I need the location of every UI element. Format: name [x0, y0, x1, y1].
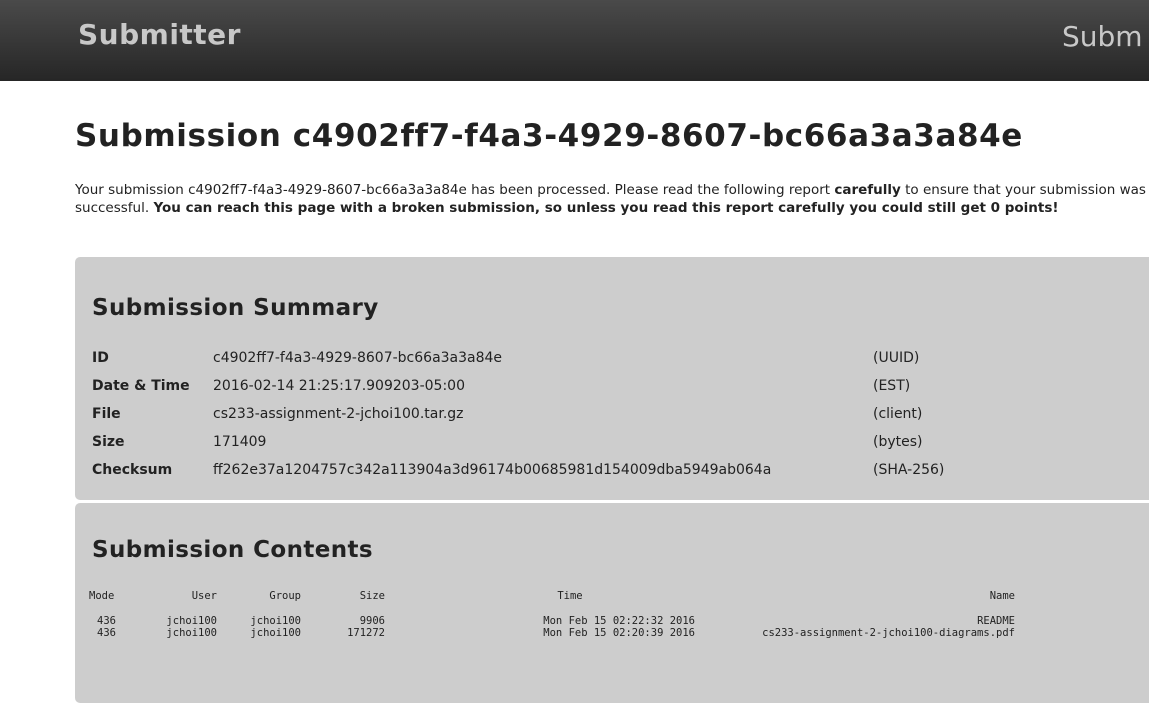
- intro-paragraph: Your submission c4902ff7-f4a3-4929-8607-…: [75, 181, 1149, 217]
- file-size: 9906: [359, 615, 385, 627]
- intro-warning: You can reach this page with a broken su…: [153, 200, 1059, 216]
- col-header-group: Group: [269, 590, 301, 602]
- summary-key: Checksum: [92, 462, 173, 478]
- table-row: 436 jchoi100 jchoi100 9906 Mon Feb 15 02…: [89, 615, 1015, 627]
- summary-note: (UUID): [873, 350, 920, 366]
- summary-row-size: Size 171409 (bytes): [92, 428, 944, 456]
- summary-table: ID c4902ff7-f4a3-4929-8607-bc66a3a3a84e …: [92, 344, 944, 484]
- top-navbar: Submitter Subm: [0, 0, 1149, 81]
- summary-value: 171409: [213, 434, 267, 450]
- contents-title: Submission Contents: [92, 537, 374, 563]
- summary-title: Submission Summary: [92, 295, 379, 321]
- submission-contents-panel: Submission Contents Mode User Group Size…: [75, 503, 1149, 703]
- submission-summary-panel: Submission Summary ID c4902ff7-f4a3-4929…: [75, 257, 1149, 500]
- page-title: Submission c4902ff7-f4a3-4929-8607-bc66a…: [75, 118, 1023, 154]
- file-time: Mon Feb 15 02:20:39 2016: [543, 627, 695, 639]
- summary-note: (bytes): [873, 434, 923, 450]
- summary-value: 2016-02-14 21:25:17.909203-05:00: [213, 378, 465, 394]
- file-size: 171272: [347, 627, 385, 639]
- file-mode: 436: [97, 615, 116, 627]
- summary-note: (SHA-256): [873, 462, 945, 478]
- contents-table: Mode User Group Size Time Name 436 jchoi…: [89, 587, 1015, 639]
- summary-value: cs233-assignment-2-jchoi100.tar.gz: [213, 406, 464, 422]
- summary-key: ID: [92, 350, 109, 366]
- nav-submit-link[interactable]: Subm: [1062, 20, 1143, 53]
- col-header-size: Size: [359, 590, 385, 602]
- main-content: Submission c4902ff7-f4a3-4929-8607-bc66a…: [75, 118, 1149, 231]
- file-group: jchoi100: [250, 615, 301, 627]
- summary-value: c4902ff7-f4a3-4929-8607-bc66a3a3a84e: [213, 350, 503, 366]
- file-user: jchoi100: [166, 615, 217, 627]
- file-group: jchoi100: [250, 627, 301, 639]
- file-name: README: [977, 615, 1015, 627]
- summary-value: ff262e37a1204757c342a113904a3d96174b0068…: [213, 462, 772, 478]
- file-user: jchoi100: [166, 627, 217, 639]
- col-header-name: Name: [989, 590, 1015, 602]
- col-header-mode: Mode: [89, 590, 115, 602]
- file-time: Mon Feb 15 02:22:32 2016: [543, 615, 695, 627]
- summary-note: (client): [873, 406, 923, 422]
- table-row: 436 jchoi100 jchoi100 171272 Mon Feb 15 …: [89, 627, 1015, 639]
- summary-key: Size: [92, 434, 125, 450]
- summary-row-id: ID c4902ff7-f4a3-4929-8607-bc66a3a3a84e …: [92, 344, 944, 372]
- col-header-time: Time: [557, 590, 583, 602]
- col-header-user: User: [191, 590, 217, 602]
- brand-link[interactable]: Submitter: [78, 18, 241, 51]
- contents-header-row: Mode User Group Size Time Name: [89, 587, 1015, 605]
- summary-row-datetime: Date & Time 2016-02-14 21:25:17.909203-0…: [92, 372, 944, 400]
- summary-key: Date & Time: [92, 378, 190, 394]
- summary-key: File: [92, 406, 121, 422]
- summary-row-file: File cs233-assignment-2-jchoi100.tar.gz …: [92, 400, 944, 428]
- summary-row-checksum: Checksum ff262e37a1204757c342a113904a3d9…: [92, 456, 944, 484]
- file-name: cs233-assignment-2-jchoi100-diagrams.pdf: [762, 627, 1015, 639]
- file-mode: 436: [97, 627, 116, 639]
- intro-text-1: Your submission c4902ff7-f4a3-4929-8607-…: [75, 182, 835, 198]
- intro-bold-carefully: carefully: [834, 182, 901, 198]
- summary-note: (EST): [873, 378, 911, 394]
